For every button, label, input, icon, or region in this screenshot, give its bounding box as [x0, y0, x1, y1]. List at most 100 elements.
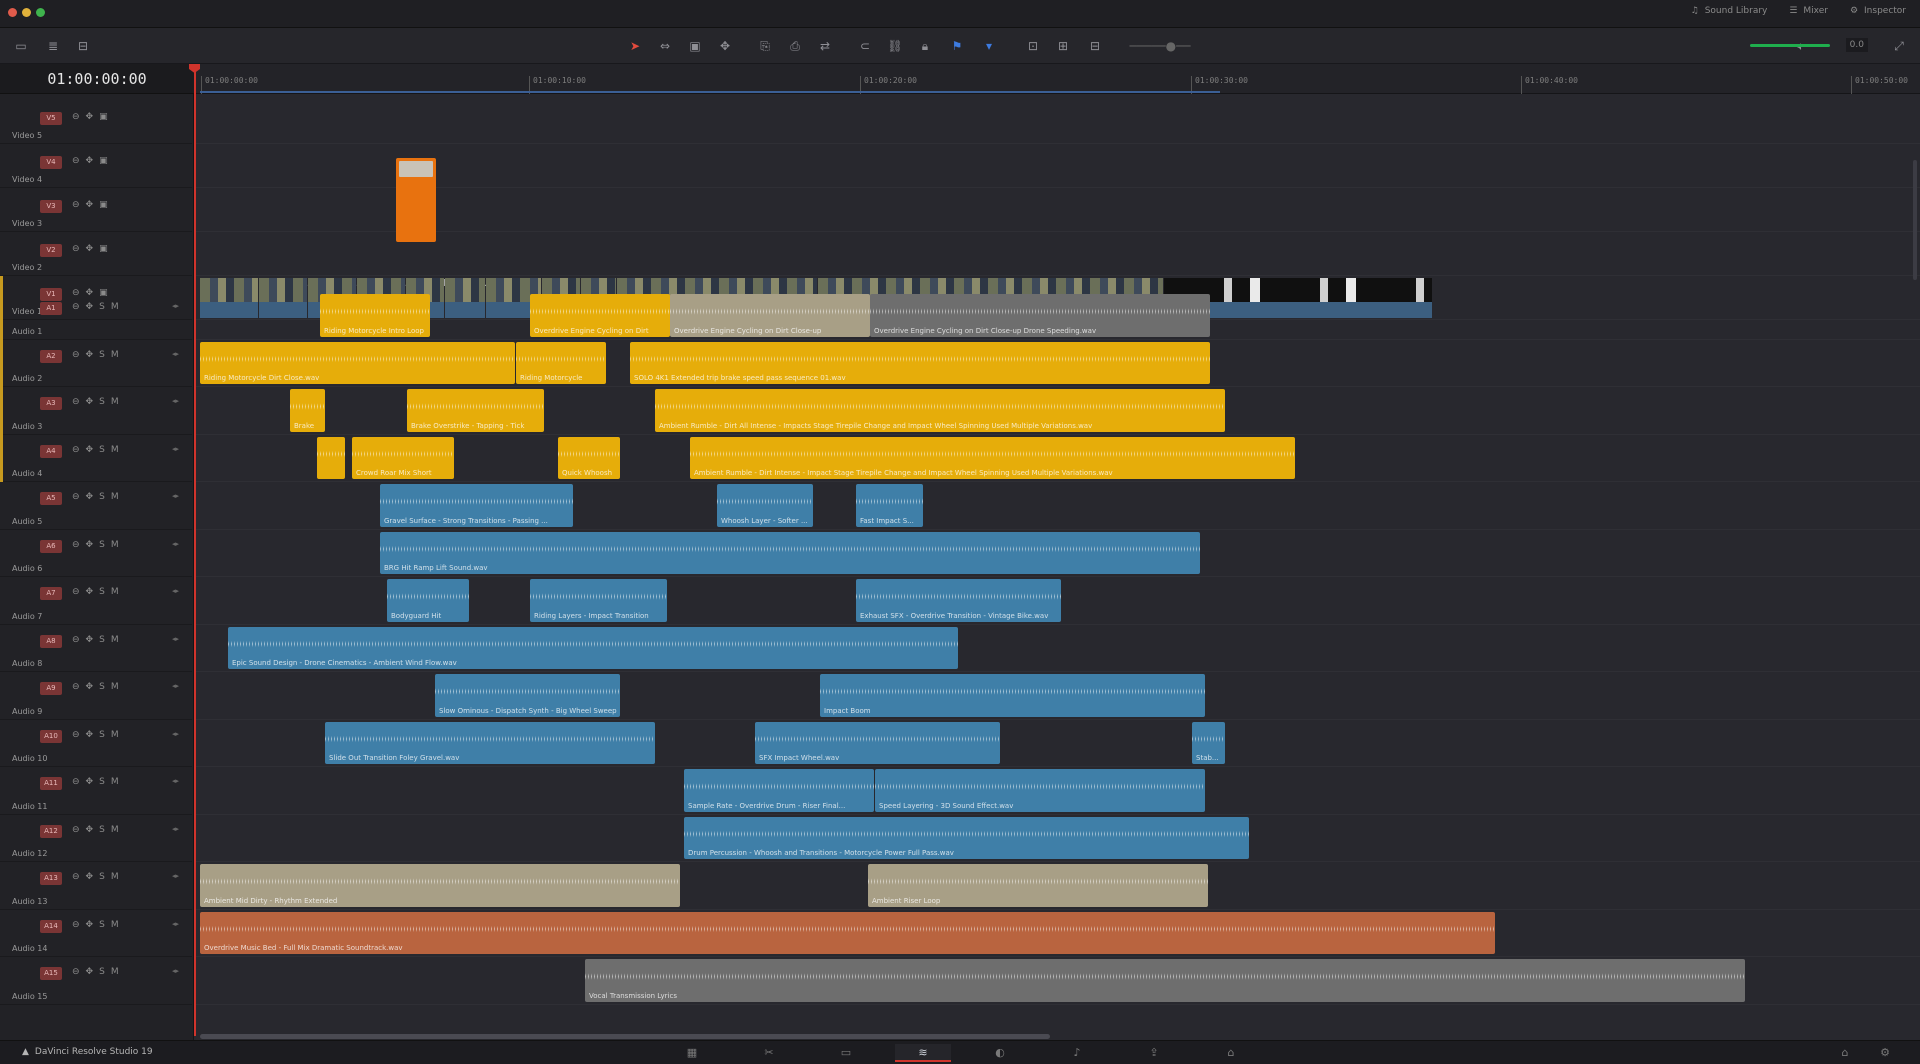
monitor-icon[interactable]: ▣ — [99, 200, 108, 210]
audio-clip[interactable]: Overdrive Engine Cycling on Dirt Close-u… — [870, 294, 1210, 337]
track-header[interactable]: V2 ⊖ ✥ ▣ Video 2 — [0, 232, 192, 276]
track-header[interactable]: A5 ⊖ ✥ S M ◂▸ Audio 5 — [0, 482, 192, 530]
lock-icon[interactable]: ⊖ — [72, 825, 80, 835]
auto-select-icon[interactable]: ✥ — [86, 872, 94, 882]
audio-clip[interactable]: Brake Overstrike - Tapping - Tick — [407, 389, 544, 432]
track-header[interactable]: A1 ⊖ ✥ S M ◂▸ Audio 1 — [0, 292, 192, 340]
monitor-icon[interactable]: ▣ — [99, 156, 108, 166]
audio-clip[interactable]: BRG Hit Ramp Lift Sound.wav — [380, 531, 1200, 574]
track-header[interactable]: A10 ⊖ ✥ S M ◂▸ Audio 10 — [0, 720, 192, 767]
auto-select-icon[interactable]: ✥ — [86, 825, 94, 835]
close-window-button[interactable] — [8, 8, 17, 17]
layout-icon[interactable]: ▭ — [12, 37, 30, 55]
audio-clip[interactable]: Riding Motorcycle Dirt Close.wav — [200, 341, 515, 384]
monitor-icon[interactable]: ▣ — [99, 112, 108, 122]
lock-icon[interactable]: ⊖ — [72, 872, 80, 882]
link-icon[interactable]: ⛓ — [886, 37, 904, 55]
track-volume-icon[interactable]: ◂▸ — [172, 777, 179, 785]
auto-select-icon[interactable]: ✥ — [86, 244, 94, 254]
auto-select-icon[interactable]: ✥ — [86, 445, 94, 455]
replace-clip-icon[interactable]: ⇄ — [816, 37, 834, 55]
auto-select-icon[interactable]: ✥ — [86, 397, 94, 407]
audio-clip[interactable]: Gravel Surface - Strong Transitions - Pa… — [380, 484, 573, 527]
flag-icon[interactable]: ⚑ — [948, 37, 966, 55]
track-badge[interactable]: A8 — [40, 634, 62, 648]
solo-icon[interactable]: S — [99, 587, 105, 597]
track-header[interactable]: A2 ⊖ ✥ S M ◂▸ Audio 2 — [0, 339, 192, 387]
mute-icon[interactable]: M — [111, 350, 119, 360]
solo-icon[interactable]: S — [99, 777, 105, 787]
track-volume-icon[interactable]: ◂▸ — [172, 302, 179, 310]
audio-clip[interactable]: SFX Impact Wheel.wav — [755, 721, 1000, 764]
track-badge[interactable]: A7 — [40, 587, 62, 600]
volume-slider[interactable] — [1750, 44, 1830, 47]
fairlight-page-icon[interactable]: ♪ — [1049, 1044, 1105, 1062]
mute-icon[interactable]: M — [111, 920, 119, 930]
track-header[interactable]: A3 ⊖ ✥ S M ◂▸ Audio 3 — [0, 387, 192, 435]
selection-tool-icon[interactable]: ➤ — [626, 37, 644, 55]
color-page-icon[interactable]: ◐ — [972, 1044, 1028, 1062]
track-header[interactable]: A7 ⊖ ✥ S M ◂▸ Audio 7 — [0, 577, 192, 625]
track-header[interactable]: A8 ⊖ ✥ S M ◂▸ Audio 8 — [0, 625, 192, 672]
auto-select-icon[interactable]: ✥ — [86, 200, 94, 210]
solo-icon[interactable]: S — [99, 445, 105, 455]
audio-clip[interactable]: Slow Ominous - Dispatch Synth - Big Whee… — [435, 674, 620, 717]
auto-select-icon[interactable]: ✥ — [86, 587, 94, 597]
track-badge[interactable]: A13 — [40, 872, 62, 885]
track-volume-icon[interactable]: ◂▸ — [172, 825, 179, 833]
solo-icon[interactable]: S — [99, 682, 105, 692]
mute-icon[interactable]: M — [111, 730, 119, 740]
mute-icon[interactable]: M — [111, 445, 119, 455]
home-icon[interactable]: ⌂ — [1203, 1044, 1259, 1062]
mute-icon[interactable]: M — [111, 635, 119, 645]
lock-icon[interactable]: ⊖ — [72, 244, 80, 254]
track-options-icon[interactable]: ⊟ — [74, 37, 92, 55]
timeline-tracks[interactable]: SOLO_Ram...SOLO_Ne...SOLO_Ne...SOLO_N...… — [195, 94, 1920, 1036]
audio-clip[interactable]: Quick Whoosh — [558, 436, 620, 479]
lock-icon[interactable]: ⊖ — [72, 350, 80, 360]
solo-icon[interactable]: S — [99, 397, 105, 407]
audio-clip[interactable]: Overdrive Music Bed - Full Mix Dramatic … — [200, 911, 1495, 954]
mute-icon[interactable]: M — [111, 397, 119, 407]
track-badge[interactable]: A6 — [40, 539, 62, 553]
lock-icon[interactable]: ⊖ — [72, 540, 80, 550]
lock-icon[interactable]: ⊖ — [72, 730, 80, 740]
track-volume-icon[interactable]: ◂▸ — [172, 730, 179, 738]
overwrite-clip-icon[interactable]: ⎙ — [786, 37, 804, 55]
lock-icon[interactable]: ⊖ — [72, 967, 80, 977]
track-header[interactable]: A12 ⊖ ✥ S M ◂▸ Audio 12 — [0, 815, 192, 862]
audio-clip[interactable]: Overdrive Engine Cycling on Dirt — [530, 294, 670, 337]
track-badge[interactable]: V2 — [40, 244, 62, 257]
volume-value[interactable]: 0.0 — [1845, 38, 1868, 52]
inspector-button[interactable]: ⚙ Inspector — [1850, 6, 1906, 16]
marker-icon[interactable]: ▾ — [980, 37, 998, 55]
video-clip[interactable]: SOLO_... — [445, 278, 487, 318]
track-badge[interactable]: A4 — [40, 444, 62, 458]
lock-icon[interactable]: ⊖ — [72, 445, 80, 455]
audio-clip[interactable]: Bodyguard Hit — [387, 579, 469, 622]
audio-clip[interactable]: Fast Impact S... — [856, 484, 923, 527]
audio-clip[interactable]: Stab... — [1192, 721, 1225, 764]
auto-select-icon[interactable]: ✥ — [86, 492, 94, 502]
media-page-icon[interactable]: ▦ — [664, 1044, 720, 1062]
solo-icon[interactable]: S — [99, 350, 105, 360]
deliver-page-icon[interactable]: ⇪ — [1126, 1044, 1182, 1062]
audio-clip[interactable]: Sample Rate - Overdrive Drum - Riser Fin… — [684, 769, 874, 812]
audio-clip[interactable]: Slide Out Transition Foley Gravel.wav — [325, 721, 655, 764]
solo-icon[interactable]: S — [99, 825, 105, 835]
audio-clip[interactable]: Ambient Mid Dirty - Rhythm Extended — [200, 864, 680, 907]
audio-clip[interactable]: Crowd Roar Mix Short — [352, 436, 454, 479]
lock-icon[interactable]: ⊖ — [72, 635, 80, 645]
fusion-page-icon[interactable]: ≋ — [895, 1044, 951, 1062]
track-badge[interactable]: A11 — [40, 777, 62, 790]
lock-icon[interactable]: ⊖ — [72, 156, 80, 166]
audio-clip[interactable]: Overdrive Engine Cycling on Dirt Close-u… — [670, 294, 870, 337]
timeline-ruler[interactable]: 01:00:00:00 01:00:10:00 01:00:20:00 01:0… — [195, 64, 1920, 94]
audio-clip[interactable]: SOLO 4K1 Extended trip brake speed pass … — [630, 341, 1210, 384]
zoom-custom-icon[interactable]: ⊟ — [1086, 37, 1104, 55]
auto-select-icon[interactable]: ✥ — [86, 682, 94, 692]
track-header[interactable]: V5 ⊖ ✥ ▣ Video 5 — [0, 100, 192, 144]
solo-icon[interactable]: S — [99, 302, 105, 312]
video-clip[interactable]: SOLO_Ram... — [200, 278, 264, 318]
auto-select-icon[interactable]: ✥ — [86, 967, 94, 977]
